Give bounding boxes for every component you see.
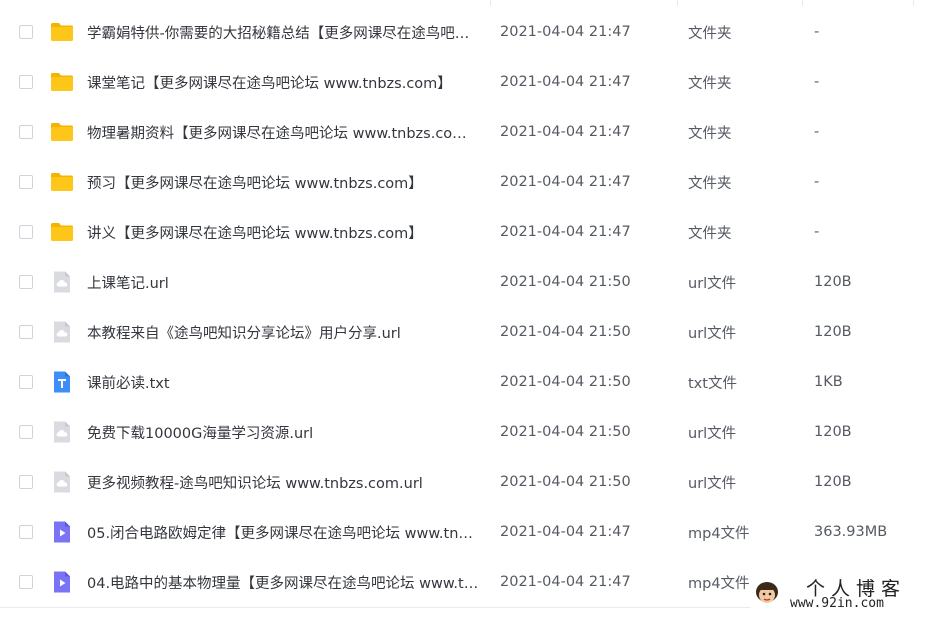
file-size: 120B <box>814 474 852 490</box>
file-modified-time: 2021-04-04 21:50 <box>500 324 631 340</box>
file-modified-time: 2021-04-04 21:47 <box>500 224 631 240</box>
file-row[interactable]: 本教程来自《途鸟吧知识分享论坛》用户分享.url 2021-04-04 21:50… <box>0 307 943 357</box>
file-type: 文件夹 <box>688 125 732 142</box>
row-checkbox[interactable] <box>19 275 33 289</box>
row-checkbox[interactable] <box>19 325 33 339</box>
column-divider <box>677 0 678 6</box>
file-type: url文件 <box>688 475 737 492</box>
file-modified-time: 2021-04-04 21:47 <box>500 574 631 590</box>
file-row[interactable]: 预习【更多网课尽在途鸟吧论坛 www.tnbzs.com】 2021-04-04 … <box>0 157 943 207</box>
file-row[interactable]: 学霸娟特供-你需要的大招秘籍总结【更多网课尽在途鸟吧论坛 www.tnbzs.c… <box>0 7 943 57</box>
file-size: 120B <box>814 424 852 440</box>
file-modified-time: 2021-04-04 21:50 <box>500 274 631 290</box>
file-row[interactable]: 课前必读.txt 2021-04-04 21:50 txt文件 1KB <box>0 357 943 407</box>
file-row[interactable]: 更多视频教程-途鸟吧知识论坛 www.tnbzs.com.url 2021-04-… <box>0 457 943 507</box>
url-file-icon[interactable] <box>50 270 74 294</box>
file-row[interactable]: 物理暑期资料【更多网课尽在途鸟吧论坛 www.tnbzs.com】 2021-04… <box>0 107 943 157</box>
file-modified-time: 2021-04-04 21:47 <box>500 174 631 190</box>
file-name[interactable]: 04.电路中的基本物理量【更多网课尽在途鸟吧论坛 www.tnbzs.com】 <box>87 572 479 593</box>
file-name[interactable]: 课堂笔记【更多网课尽在途鸟吧论坛 www.tnbzs.com】 <box>87 72 479 93</box>
folder-icon[interactable] <box>50 70 74 94</box>
file-type: 文件夹 <box>688 25 732 42</box>
row-checkbox[interactable] <box>19 425 33 439</box>
file-size: 120B <box>814 324 852 340</box>
video-file-icon[interactable] <box>50 570 74 594</box>
file-modified-time: 2021-04-04 21:50 <box>500 374 631 390</box>
file-name[interactable]: 预习【更多网课尽在途鸟吧论坛 www.tnbzs.com】 <box>87 172 479 193</box>
file-size: - <box>814 224 820 240</box>
file-size: 363.93MB <box>814 524 888 540</box>
file-row[interactable]: 免费下载10000G海量学习资源.url 2021-04-04 21:50 url文… <box>0 407 943 457</box>
folder-icon[interactable] <box>50 120 74 144</box>
url-file-icon[interactable] <box>50 320 74 344</box>
file-list: 学霸娟特供-你需要的大招秘籍总结【更多网课尽在途鸟吧论坛 www.tnbzs.c… <box>0 0 943 617</box>
file-size: 120B <box>814 274 852 290</box>
file-row[interactable]: 上课笔记.url 2021-04-04 21:50 url文件 120B <box>0 257 943 307</box>
url-file-icon[interactable] <box>50 420 74 444</box>
file-name[interactable]: 上课笔记.url <box>87 272 479 293</box>
column-divider <box>913 0 914 6</box>
file-type: 文件夹 <box>688 175 732 192</box>
row-checkbox[interactable] <box>19 475 33 489</box>
file-size: - <box>814 124 820 140</box>
file-name[interactable]: 讲义【更多网课尽在途鸟吧论坛 www.tnbzs.com】 <box>87 222 479 243</box>
row-checkbox[interactable] <box>19 575 33 589</box>
row-checkbox[interactable] <box>19 225 33 239</box>
file-type: url文件 <box>688 425 737 442</box>
avatar-logo-icon <box>754 580 780 606</box>
column-divider <box>802 0 803 6</box>
row-checkbox[interactable] <box>19 525 33 539</box>
file-row[interactable]: 讲义【更多网课尽在途鸟吧论坛 www.tnbzs.com】 2021-04-04 … <box>0 207 943 257</box>
file-modified-time: 2021-04-04 21:47 <box>500 24 631 40</box>
file-name[interactable]: 本教程来自《途鸟吧知识分享论坛》用户分享.url <box>87 322 479 343</box>
file-modified-time: 2021-04-04 21:47 <box>500 124 631 140</box>
file-type: 文件夹 <box>688 225 732 242</box>
watermark-url: www.92in.com <box>790 596 884 611</box>
file-type: mp4文件 <box>688 525 750 542</box>
row-checkbox[interactable] <box>19 75 33 89</box>
file-row[interactable]: 05.闭合电路欧姆定律【更多网课尽在途鸟吧论坛 www.tnbzs.com】 20… <box>0 507 943 557</box>
folder-icon[interactable] <box>50 20 74 44</box>
file-name[interactable]: 物理暑期资料【更多网课尽在途鸟吧论坛 www.tnbzs.com】 <box>87 122 479 143</box>
file-name[interactable]: 课前必读.txt <box>87 372 479 393</box>
file-name[interactable]: 05.闭合电路欧姆定律【更多网课尽在途鸟吧论坛 www.tnbzs.com】 <box>87 522 479 543</box>
file-size: - <box>814 74 820 90</box>
file-size: - <box>814 24 820 40</box>
url-file-icon[interactable] <box>50 470 74 494</box>
file-type: url文件 <box>688 325 737 342</box>
watermark: 个人博客 www.92in.com <box>750 574 943 617</box>
file-name[interactable]: 学霸娟特供-你需要的大招秘籍总结【更多网课尽在途鸟吧论坛 www.tnbzs.c… <box>87 22 479 43</box>
file-name[interactable]: 更多视频教程-途鸟吧知识论坛 www.tnbzs.com.url <box>87 472 479 493</box>
file-size: - <box>814 174 820 190</box>
folder-icon[interactable] <box>50 220 74 244</box>
file-type: txt文件 <box>688 375 737 392</box>
file-size: 1KB <box>814 374 843 390</box>
file-row[interactable]: 课堂笔记【更多网课尽在途鸟吧论坛 www.tnbzs.com】 2021-04-0… <box>0 57 943 107</box>
file-name[interactable]: 免费下载10000G海量学习资源.url <box>87 422 479 443</box>
column-divider <box>490 0 491 6</box>
file-modified-time: 2021-04-04 21:50 <box>500 424 631 440</box>
row-checkbox[interactable] <box>19 125 33 139</box>
video-file-icon[interactable] <box>50 520 74 544</box>
row-checkbox[interactable] <box>19 375 33 389</box>
file-modified-time: 2021-04-04 21:50 <box>500 474 631 490</box>
file-type: mp4文件 <box>688 575 750 592</box>
txt-file-icon[interactable] <box>50 370 74 394</box>
row-checkbox[interactable] <box>19 175 33 189</box>
file-modified-time: 2021-04-04 21:47 <box>500 74 631 90</box>
file-type: url文件 <box>688 275 737 292</box>
folder-icon[interactable] <box>50 170 74 194</box>
row-checkbox[interactable] <box>19 25 33 39</box>
file-type: 文件夹 <box>688 75 732 92</box>
file-modified-time: 2021-04-04 21:47 <box>500 524 631 540</box>
